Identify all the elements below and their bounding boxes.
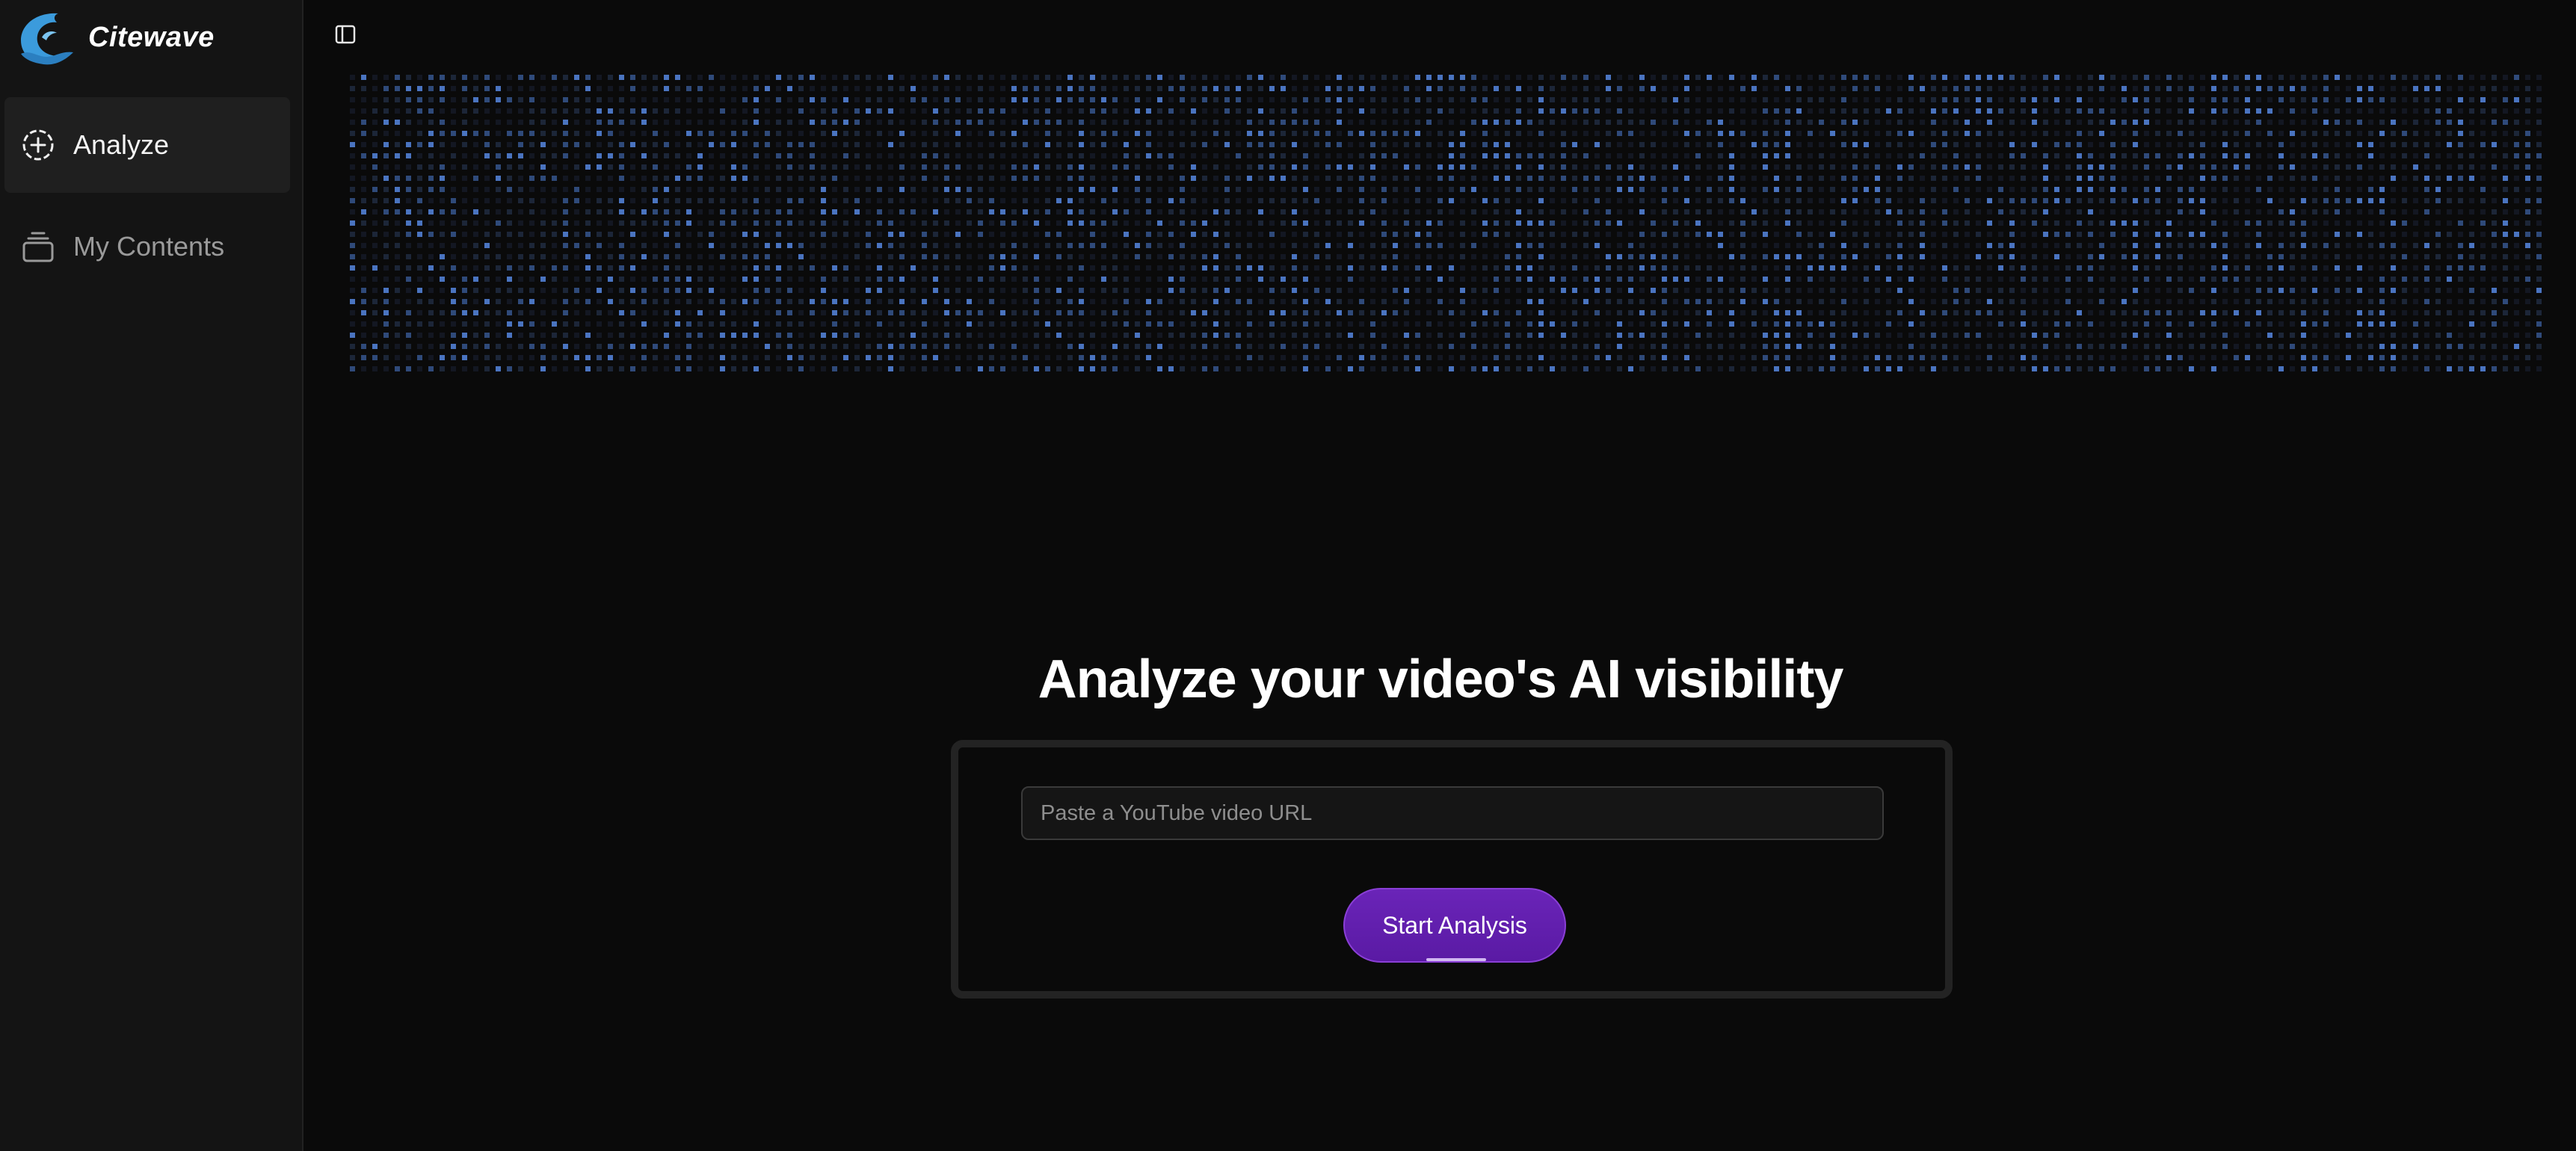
main-content: Analyze your video's AI visibility Start… [305, 0, 2576, 1151]
sidebar-toggle-button[interactable] [330, 19, 360, 49]
sidebar: Citewave Analyze My Contents [0, 0, 303, 1151]
page-title: Analyze your video's AI visibility [1038, 649, 1844, 710]
dot-pattern-decoration [350, 75, 2542, 371]
start-analysis-label: Start Analysis [1382, 911, 1527, 939]
brand[interactable]: Citewave [15, 7, 215, 67]
youtube-url-input[interactable] [1021, 786, 1884, 840]
sidebar-item-label: My Contents [73, 231, 225, 262]
brand-name: Citewave [88, 21, 215, 53]
button-glow [1426, 958, 1486, 961]
stack-icon [19, 228, 57, 265]
plus-circle-icon [19, 126, 57, 164]
wave-logo-icon [21, 13, 73, 65]
sidebar-item-my-contents[interactable]: My Contents [4, 199, 290, 294]
start-analysis-button[interactable]: Start Analysis [1343, 888, 1566, 963]
sidebar-item-label: Analyze [73, 129, 170, 160]
sidebar-item-analyze[interactable]: Analyze [4, 97, 290, 193]
sidebar-toggle-icon [335, 25, 356, 44]
analyze-card: Start Analysis [951, 740, 1953, 999]
